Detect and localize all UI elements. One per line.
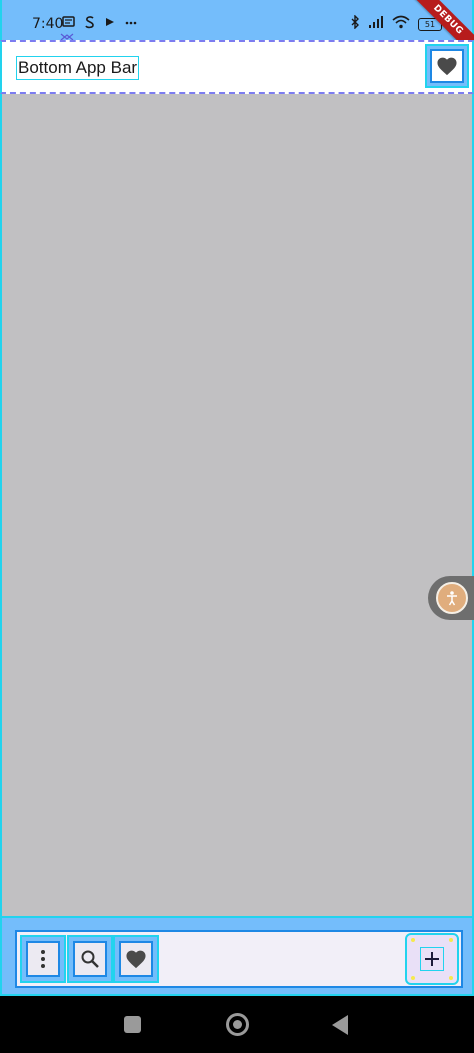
message-icon <box>62 15 76 34</box>
status-left-icons <box>62 15 138 34</box>
bottom-app-bar-content <box>15 930 463 988</box>
recents-button[interactable] <box>124 1016 141 1033</box>
back-button[interactable] <box>332 1015 348 1035</box>
bottom-app-bar <box>0 916 474 996</box>
add-icon <box>425 952 439 966</box>
search-icon <box>81 950 99 968</box>
debug-corner-dot <box>411 938 415 942</box>
search-button[interactable] <box>67 935 113 983</box>
play-icon <box>104 15 116 34</box>
top-app-bar: Bottom App Bar <box>0 40 474 94</box>
status-bar: 7:40 51 DEBUG <box>0 0 474 62</box>
search-button-inner <box>73 941 107 977</box>
page-title: Bottom App Bar <box>16 56 140 80</box>
heart-icon <box>126 950 146 969</box>
home-button[interactable] <box>226 1013 249 1036</box>
more-icon <box>124 15 138 34</box>
status-time: 7:40 <box>32 16 64 32</box>
more-options-button[interactable] <box>20 935 66 983</box>
body-canvas <box>0 94 474 918</box>
system-navigation-bar <box>0 996 474 1053</box>
favorite-button[interactable] <box>425 44 469 88</box>
heart-icon <box>437 57 457 76</box>
bluetooth-icon <box>350 14 360 34</box>
add-fab-inner <box>411 938 453 980</box>
debug-corner-dot <box>449 976 453 980</box>
status-right-icons: 51 <box>350 14 442 34</box>
favorite-action-button[interactable] <box>113 935 159 983</box>
signal-icon <box>368 15 384 34</box>
debug-corner-dot <box>449 938 453 942</box>
s-icon <box>84 15 96 34</box>
more-vert-icon <box>41 950 45 968</box>
accessibility-floating-button[interactable] <box>428 576 474 620</box>
favorite-button-inner <box>430 49 464 83</box>
debug-corner-dot <box>411 976 415 980</box>
add-fab-button[interactable] <box>405 933 459 985</box>
accessibility-icon <box>436 582 468 614</box>
more-options-button-inner <box>26 941 60 977</box>
wifi-icon <box>392 15 410 34</box>
favorite-action-button-inner <box>119 941 153 977</box>
